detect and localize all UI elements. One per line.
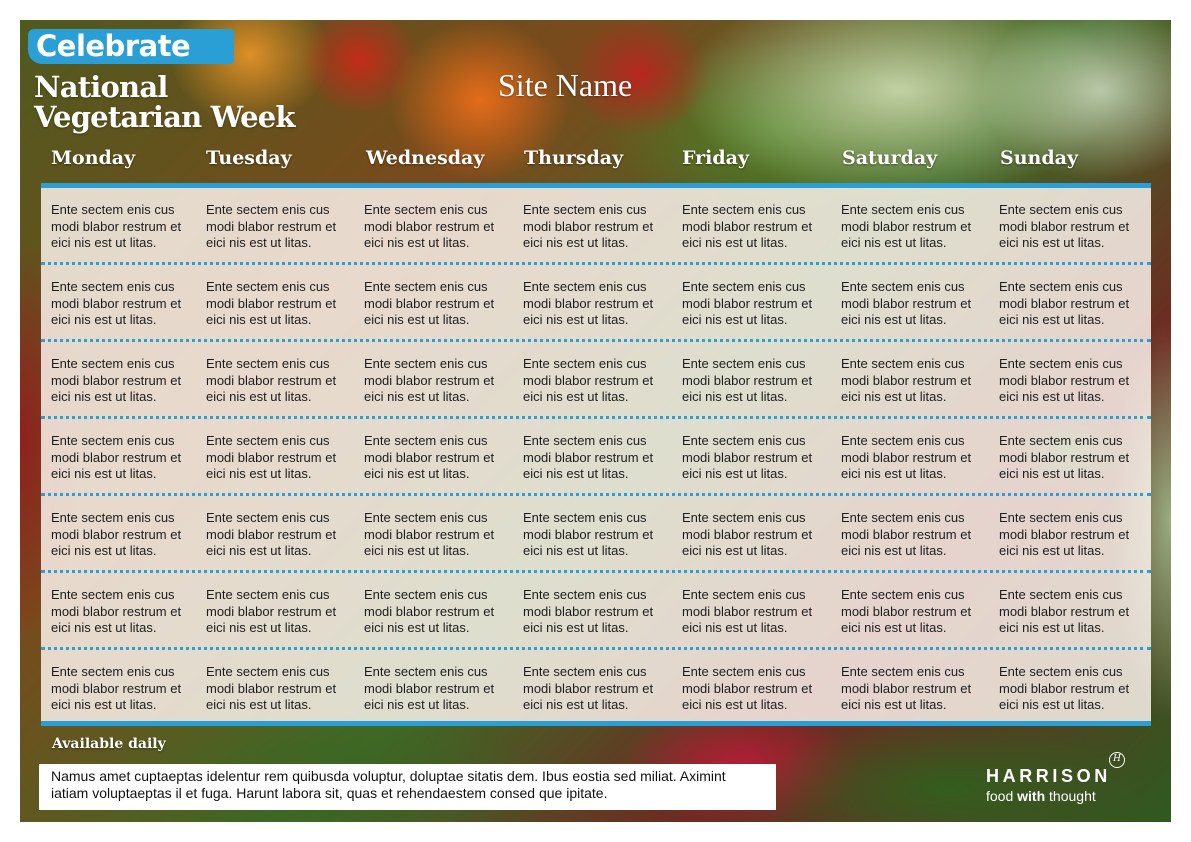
logo-tag-prefix: food <box>986 788 1014 804</box>
menu-item-friday: Ente sectem enis cus modi blabor restrum… <box>682 433 813 481</box>
menu-item-saturday: Ente sectem enis cus modi blabor restrum… <box>841 664 972 712</box>
menu-item-wednesday: Ente sectem enis cus modi blabor restrum… <box>364 433 495 481</box>
menu-item-wednesday: Ente sectem enis cus modi blabor restrum… <box>364 279 495 327</box>
menu-item-saturday: Ente sectem enis cus modi blabor restrum… <box>841 510 972 558</box>
menu-item-sunday: Ente sectem enis cus modi blabor restrum… <box>999 356 1130 404</box>
logo-name: HARRISON <box>986 766 1111 786</box>
logo-tag-bold: with <box>1017 788 1046 804</box>
menu-item-saturday: Ente sectem enis cus modi blabor restrum… <box>841 279 972 327</box>
menu-item-monday: Ente sectem enis cus modi blabor restrum… <box>51 587 182 635</box>
menu-item-sunday: Ente sectem enis cus modi blabor restrum… <box>999 433 1130 481</box>
menu-item-thursday: Ente sectem enis cus modi blabor restrum… <box>523 510 654 558</box>
menu-item-tuesday: Ente sectem enis cus modi blabor restrum… <box>206 356 337 404</box>
menu-item-sunday: Ente sectem enis cus modi blabor restrum… <box>999 664 1130 712</box>
menu-item-monday: Ente sectem enis cus modi blabor restrum… <box>51 433 182 481</box>
menu-item-thursday: Ente sectem enis cus modi blabor restrum… <box>523 202 654 250</box>
menu-item-friday: Ente sectem enis cus modi blabor restrum… <box>682 202 813 250</box>
celebrate-banner: Celebrate <box>28 29 234 64</box>
menu-item-thursday: Ente sectem enis cus modi blabor restrum… <box>523 433 654 481</box>
poster-title: National Vegetarian Week <box>34 72 334 132</box>
menu-item-wednesday: Ente sectem enis cus modi blabor restrum… <box>364 664 495 712</box>
logo-tag-suffix: thought <box>1049 788 1096 804</box>
menu-row: Ente sectem enis cus modi blabor restrum… <box>41 188 1151 265</box>
menu-row: Ente sectem enis cus modi blabor restrum… <box>41 573 1151 650</box>
menu-item-saturday: Ente sectem enis cus modi blabor restrum… <box>841 356 972 404</box>
menu-item-sunday: Ente sectem enis cus modi blabor restrum… <box>999 279 1130 327</box>
menu-row: Ente sectem enis cus modi blabor restrum… <box>41 419 1151 496</box>
menu-item-tuesday: Ente sectem enis cus modi blabor restrum… <box>206 202 337 250</box>
available-daily-label: Available daily <box>52 736 166 752</box>
menu-item-sunday: Ente sectem enis cus modi blabor restrum… <box>999 587 1130 635</box>
day-header-friday: Friday <box>682 147 750 169</box>
footer-note: Namus amet cuptaeptas idelentur rem quib… <box>39 764 776 810</box>
menu-grid: Ente sectem enis cus modi blabor restrum… <box>41 183 1151 726</box>
menu-item-thursday: Ente sectem enis cus modi blabor restrum… <box>523 356 654 404</box>
day-header-wednesday: Wednesday <box>366 147 485 169</box>
menu-item-sunday: Ente sectem enis cus modi blabor restrum… <box>999 202 1130 250</box>
menu-item-tuesday: Ente sectem enis cus modi blabor restrum… <box>206 433 337 481</box>
menu-item-saturday: Ente sectem enis cus modi blabor restrum… <box>841 202 972 250</box>
menu-item-friday: Ente sectem enis cus modi blabor restrum… <box>682 510 813 558</box>
menu-item-thursday: Ente sectem enis cus modi blabor restrum… <box>523 587 654 635</box>
harrison-logo: H HARRISON food with thought <box>984 752 1154 811</box>
day-header-tuesday: Tuesday <box>206 147 292 169</box>
menu-item-tuesday: Ente sectem enis cus modi blabor restrum… <box>206 587 337 635</box>
menu-row: Ente sectem enis cus modi blabor restrum… <box>41 342 1151 419</box>
day-header-saturday: Saturday <box>842 147 938 169</box>
menu-item-tuesday: Ente sectem enis cus modi blabor restrum… <box>206 279 337 327</box>
menu-item-friday: Ente sectem enis cus modi blabor restrum… <box>682 664 813 712</box>
day-header-thursday: Thursday <box>524 147 624 169</box>
menu-item-friday: Ente sectem enis cus modi blabor restrum… <box>682 356 813 404</box>
poster-title-line2: Vegetarian Week <box>34 100 295 134</box>
menu-item-monday: Ente sectem enis cus modi blabor restrum… <box>51 356 182 404</box>
day-header-sunday: Sunday <box>1000 147 1078 169</box>
menu-item-monday: Ente sectem enis cus modi blabor restrum… <box>51 202 182 250</box>
menu-item-saturday: Ente sectem enis cus modi blabor restrum… <box>841 433 972 481</box>
menu-row: Ente sectem enis cus modi blabor restrum… <box>41 265 1151 342</box>
menu-item-tuesday: Ente sectem enis cus modi blabor restrum… <box>206 664 337 712</box>
menu-poster: Celebrate National Vegetarian Week Site … <box>20 20 1171 822</box>
day-header-monday: Monday <box>51 147 136 169</box>
menu-item-monday: Ente sectem enis cus modi blabor restrum… <box>51 510 182 558</box>
harrison-mark-icon: H <box>1109 752 1125 768</box>
menu-item-saturday: Ente sectem enis cus modi blabor restrum… <box>841 587 972 635</box>
site-name: Site Name <box>498 67 633 103</box>
menu-item-wednesday: Ente sectem enis cus modi blabor restrum… <box>364 356 495 404</box>
menu-row: Ente sectem enis cus modi blabor restrum… <box>41 650 1151 727</box>
menu-row: Ente sectem enis cus modi blabor restrum… <box>41 496 1151 573</box>
menu-item-thursday: Ente sectem enis cus modi blabor restrum… <box>523 279 654 327</box>
menu-item-monday: Ente sectem enis cus modi blabor restrum… <box>51 279 182 327</box>
menu-item-tuesday: Ente sectem enis cus modi blabor restrum… <box>206 510 337 558</box>
logo-tagline: food with thought <box>986 788 1096 804</box>
menu-item-thursday: Ente sectem enis cus modi blabor restrum… <box>523 664 654 712</box>
menu-item-friday: Ente sectem enis cus modi blabor restrum… <box>682 587 813 635</box>
menu-item-sunday: Ente sectem enis cus modi blabor restrum… <box>999 510 1130 558</box>
menu-item-friday: Ente sectem enis cus modi blabor restrum… <box>682 279 813 327</box>
menu-item-monday: Ente sectem enis cus modi blabor restrum… <box>51 664 182 712</box>
poster-title-line1: National <box>34 70 168 104</box>
menu-item-wednesday: Ente sectem enis cus modi blabor restrum… <box>364 510 495 558</box>
menu-item-wednesday: Ente sectem enis cus modi blabor restrum… <box>364 587 495 635</box>
menu-item-wednesday: Ente sectem enis cus modi blabor restrum… <box>364 202 495 250</box>
